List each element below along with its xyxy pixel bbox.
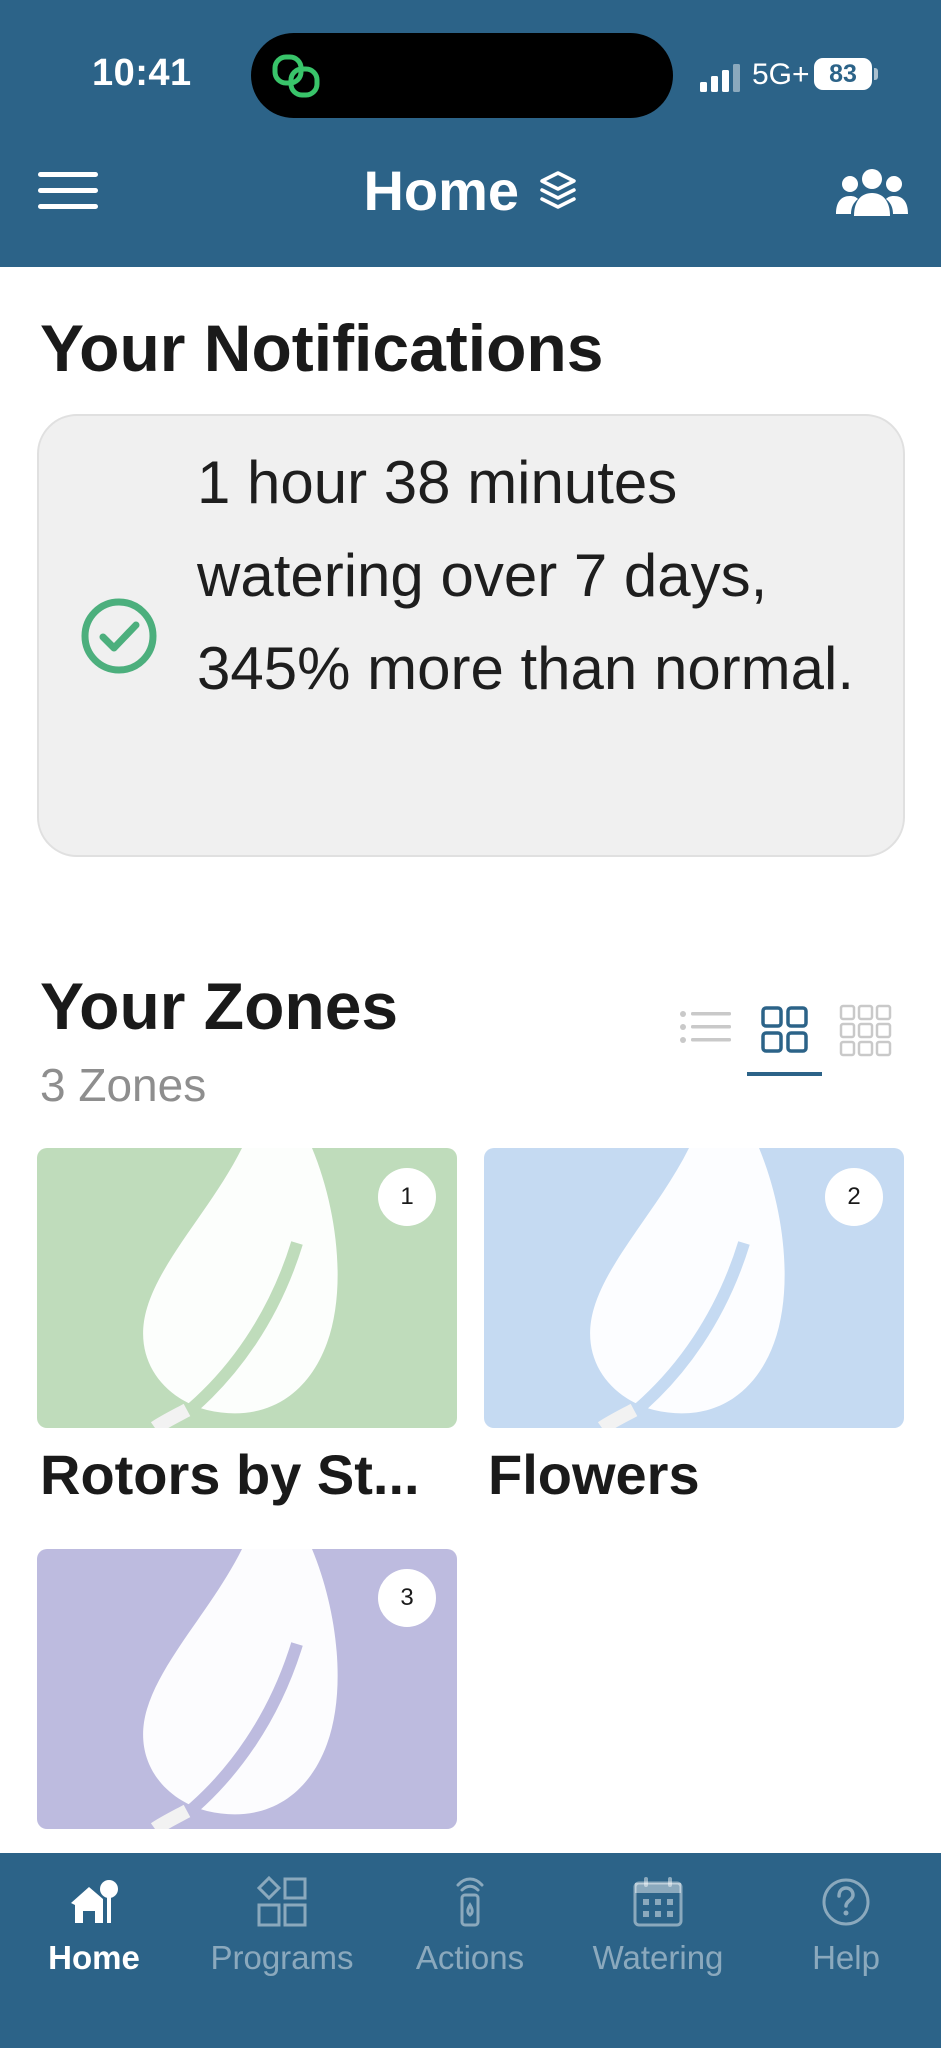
zone-name[interactable]: Rotors by St... xyxy=(40,1442,420,1507)
battery-tip xyxy=(874,68,878,80)
check-circle-icon xyxy=(81,598,157,674)
zones-count: 3 Zones xyxy=(40,1059,207,1111)
list-view-icon[interactable] xyxy=(675,1000,735,1060)
zone-tile-1[interactable]: 1 xyxy=(37,1148,457,1428)
active-view-indicator xyxy=(747,1072,822,1076)
layers-icon[interactable] xyxy=(538,169,578,213)
zone-number-badge: 1 xyxy=(378,1168,436,1226)
tab-watering[interactable]: Watering xyxy=(564,1875,752,1985)
tab-help[interactable]: Help xyxy=(752,1875,940,1985)
help-icon xyxy=(822,1878,870,1926)
notification-message: 1 hour 38 minutes watering over 7 days, … xyxy=(197,449,855,702)
app-header: 10:41 5G+ 83 Home xyxy=(0,0,941,267)
compact-grid-view-icon[interactable] xyxy=(835,1000,895,1060)
home-icon xyxy=(71,1880,118,1923)
notification-card[interactable]: 1 hour 38 minutes watering over 7 days, … xyxy=(37,414,905,857)
calendar-icon xyxy=(633,1877,683,1927)
title-wrap: Home xyxy=(0,158,941,223)
tab-actions[interactable]: Actions xyxy=(376,1875,564,1985)
actions-icon xyxy=(456,1877,484,1927)
tab-label: Home xyxy=(48,1939,140,1976)
network-type: 5G+ xyxy=(752,58,810,91)
zone-number-badge: 3 xyxy=(378,1569,436,1627)
tab-label: Actions xyxy=(415,1939,525,1976)
page-title[interactable]: Home xyxy=(363,158,519,223)
notifications-heading: Your Notifications xyxy=(40,311,604,385)
dynamic-island xyxy=(251,33,673,118)
grid-view-icon[interactable] xyxy=(755,1000,815,1060)
zone-tile-3[interactable]: 3 xyxy=(37,1549,457,1829)
tab-label: Programs xyxy=(210,1939,354,1976)
users-icon[interactable] xyxy=(836,166,908,218)
tab-label: Watering xyxy=(592,1939,724,1976)
link-activity-icon xyxy=(272,54,320,98)
battery-icon: 83 xyxy=(814,58,872,90)
tab-label: Help xyxy=(812,1939,880,1976)
zone-number-badge: 2 xyxy=(825,1168,883,1226)
zone-name[interactable]: Flowers xyxy=(488,1442,700,1507)
programs-icon xyxy=(256,1875,307,1927)
tab-home[interactable]: Home xyxy=(0,1875,188,1985)
status-time: 10:41 xyxy=(92,52,192,94)
tab-programs[interactable]: Programs xyxy=(188,1875,376,1985)
bottom-tab-bar: Home Programs Actions Watering Help xyxy=(0,1853,941,2048)
zones-heading: Your Zones xyxy=(40,969,399,1043)
zone-tile-2[interactable]: 2 xyxy=(484,1148,904,1428)
cell-signal-icon xyxy=(700,64,740,92)
